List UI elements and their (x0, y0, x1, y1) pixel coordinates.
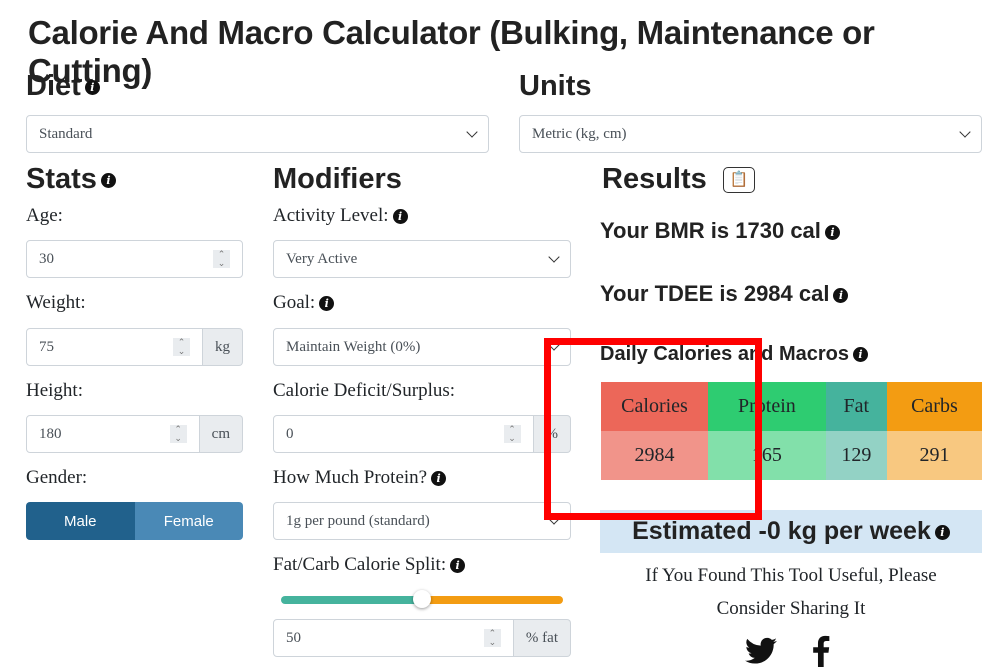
age-label: Age: (26, 205, 63, 226)
diet-select[interactable]: Standard (26, 115, 489, 153)
macro-value-carbs: 291 (886, 431, 982, 480)
activity-value: Very Active (286, 250, 358, 267)
weight-value: 75 (39, 338, 54, 355)
gender-label: Gender: (26, 467, 88, 488)
protein-label: How Much Protein? i (273, 467, 447, 489)
spinner-icon[interactable]: ⌃ ⌄ (483, 629, 501, 647)
tdee-text: Your TDEE is 2984 cal i (600, 281, 849, 307)
height-value: 180 (39, 425, 62, 442)
results-heading: Results 📋 (602, 163, 755, 196)
spinner-icon[interactable]: ⌃ ⌄ (173, 338, 190, 356)
bmr-text: Your BMR is 1730 cal i (600, 218, 840, 244)
spinner-icon[interactable]: ⌃ ⌄ (213, 250, 230, 268)
male-button[interactable]: Male (26, 502, 135, 540)
chevron-down-icon (959, 126, 971, 138)
weight-input[interactable]: 75 ⌃ ⌄ (26, 328, 203, 366)
diet-heading: Diet i (26, 70, 100, 103)
info-icon[interactable]: i (852, 347, 868, 363)
height-input[interactable]: 180 ⌃ ⌄ (26, 415, 200, 453)
bmr-value: Your BMR is 1730 cal (600, 218, 821, 243)
diet-heading-text: Diet (26, 70, 81, 102)
info-icon[interactable]: i (450, 558, 466, 574)
diet-value: Standard (39, 125, 93, 142)
split-input[interactable]: 50 ⌃ ⌄ (273, 619, 514, 657)
protein-label-text: How Much Protein? (273, 467, 428, 488)
protein-value: 1g per pound (standard) (286, 512, 430, 529)
activity-label: Activity Level: i (273, 205, 408, 227)
goal-value: Maintain Weight (0%) (286, 338, 421, 355)
split-value: 50 (286, 629, 301, 646)
share-text: If You Found This Tool Useful, Please Con… (600, 559, 982, 625)
chevron-down-icon (548, 251, 560, 263)
info-icon[interactable]: i (100, 172, 116, 188)
height-unit: cm (199, 415, 243, 453)
macro-header-fat: Fat (825, 382, 887, 431)
spinner-icon[interactable]: ⌃ ⌄ (503, 425, 521, 443)
weight-label: Weight: (26, 292, 86, 313)
age-value: 30 (39, 250, 54, 267)
page-title: Calorie And Macro Calculator (Bulking, M… (28, 14, 875, 89)
units-heading: Units (519, 70, 592, 102)
info-icon[interactable]: i (934, 524, 950, 540)
weight-input-group: 75 ⌃ ⌄ kg (26, 328, 243, 366)
activity-select[interactable]: Very Active (273, 240, 571, 278)
chevron-down-icon (466, 126, 478, 138)
goal-select[interactable]: Maintain Weight (0%) (273, 328, 571, 366)
deficit-input[interactable]: 0 ⌃ ⌄ (273, 415, 534, 453)
age-input[interactable]: 30 ⌃ ⌄ (26, 240, 243, 278)
height-input-group: 180 ⌃ ⌄ cm (26, 415, 243, 453)
results-heading-text: Results (602, 163, 707, 195)
share-line-2: Consider Sharing It (716, 598, 866, 619)
split-input-group: 50 ⌃ ⌄ % fat (273, 619, 571, 657)
macro-header-carbs: Carbs (886, 382, 982, 431)
weight-unit: kg (203, 328, 243, 366)
info-icon[interactable]: i (319, 296, 335, 312)
deficit-input-group: 0 ⌃ ⌄% (273, 415, 571, 453)
height-label: Height: (26, 380, 83, 401)
female-button[interactable]: Female (134, 502, 243, 540)
split-label: Fat/Carb Calorie Split: i (273, 554, 466, 576)
macro-value-fat: 129 (825, 431, 887, 480)
slider-thumb[interactable] (413, 590, 431, 608)
deficit-value: 0 (286, 425, 294, 442)
tdee-value: Your TDEE is 2984 cal (600, 281, 830, 306)
info-icon[interactable]: i (392, 209, 408, 225)
stats-heading-text: Stats (26, 163, 97, 195)
units-select[interactable]: Metric (kg, cm) (519, 115, 982, 153)
info-icon[interactable]: i (833, 287, 849, 303)
info-icon[interactable]: i (84, 79, 100, 95)
activity-label-text: Activity Level: (273, 205, 389, 226)
info-icon[interactable]: i (824, 224, 840, 240)
info-icon[interactable]: i (431, 471, 447, 487)
estimate-text: Estimated -0 kg per week (632, 517, 931, 545)
goal-label-text: Goal: (273, 292, 316, 313)
modifiers-heading: Modifiers (273, 163, 402, 195)
deficit-label: Calorie Deficit/Surplus: (273, 380, 456, 401)
stats-heading: Stats i (26, 163, 116, 196)
split-unit: % fat (513, 619, 571, 657)
facebook-icon[interactable] (811, 635, 831, 667)
protein-select[interactable]: 1g per pound (standard) (273, 502, 571, 540)
units-value: Metric (kg, cm) (532, 125, 627, 142)
goal-label: Goal: i (273, 292, 335, 314)
split-slider[interactable] (281, 590, 563, 608)
share-line-1: If You Found This Tool Useful, Please (645, 565, 937, 586)
clipboard-icon[interactable]: 📋 (722, 167, 755, 194)
spinner-icon[interactable]: ⌃ ⌄ (169, 425, 187, 443)
twitter-icon[interactable] (745, 637, 777, 665)
split-label-text: Fat/Carb Calorie Split: (273, 554, 447, 575)
gender-toggle: Male Female (26, 502, 243, 540)
annotation-highlight-box (544, 338, 762, 520)
